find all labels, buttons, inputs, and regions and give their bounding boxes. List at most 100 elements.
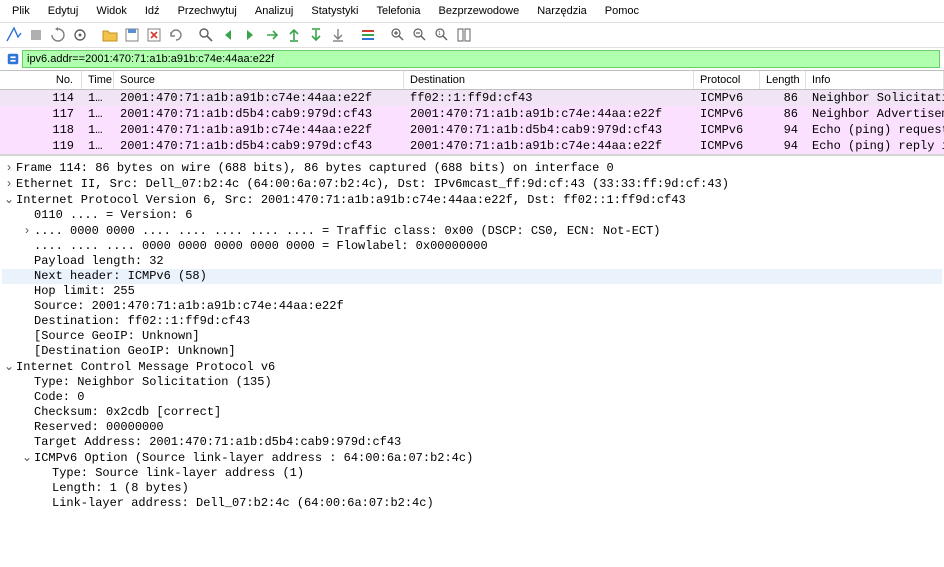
- tree-ipv6-flowlabel[interactable]: .... .... .... 0000 0000 0000 0000 0000 …: [2, 239, 942, 254]
- cell-no: 117: [0, 106, 82, 122]
- cell-info: Echo (ping) request id=: [806, 122, 944, 138]
- menu-widok[interactable]: Widok: [88, 3, 135, 19]
- main-toolbar: 1: [0, 22, 944, 47]
- tree-icmpv6[interactable]: ⌄Internet Control Message Protocol v6: [2, 359, 942, 375]
- cell-info: Echo (ping) reply id=0x: [806, 138, 944, 154]
- cell-time: 1…: [82, 138, 114, 154]
- cell-source: 2001:470:71:a1b:d5b4:cab9:979d:cf43: [114, 138, 404, 154]
- col-info[interactable]: Info: [806, 71, 944, 89]
- cell-destination: 2001:470:71:a1b:a91b:c74e:44aa:e22f: [404, 138, 694, 154]
- menu-bar: Plik Edytuj Widok Idź Przechwytuj Analiz…: [0, 0, 944, 22]
- restart-capture-icon[interactable]: [48, 25, 68, 45]
- tree-frame[interactable]: ›Frame 114: 86 bytes on wire (688 bits),…: [2, 160, 942, 176]
- cell-protocol: ICMPv6: [694, 90, 760, 106]
- zoom-in-icon[interactable]: [388, 25, 408, 45]
- col-no[interactable]: No.: [0, 71, 82, 89]
- col-protocol[interactable]: Protocol: [694, 71, 760, 89]
- close-file-icon[interactable]: [144, 25, 164, 45]
- col-destination[interactable]: Destination: [404, 71, 694, 89]
- collapse-icon[interactable]: ⌄: [2, 359, 16, 374]
- cell-source: 2001:470:71:a1b:a91b:c74e:44aa:e22f: [114, 122, 404, 138]
- cell-time: 1…: [82, 90, 114, 106]
- tree-ipv6-dstgeo[interactable]: [Destination GeoIP: Unknown]: [2, 344, 942, 359]
- tree-ipv6-destination[interactable]: Destination: ff02::1:ff9d:cf43: [2, 314, 942, 329]
- packet-row[interactable]: 1181…2001:470:71:a1b:a91b:c74e:44aa:e22f…: [0, 122, 944, 138]
- go-forward-icon[interactable]: [240, 25, 260, 45]
- capture-options-icon[interactable]: [70, 25, 90, 45]
- cell-info: Neighbor Advertisement: [806, 106, 944, 122]
- zoom-out-icon[interactable]: [410, 25, 430, 45]
- bookmark-filter-icon[interactable]: [4, 50, 22, 68]
- tree-ipv6-source[interactable]: Source: 2001:470:71:a1b:a91b:c74e:44aa:e…: [2, 299, 942, 314]
- open-file-icon[interactable]: [100, 25, 120, 45]
- tree-ipv6-payloadlen[interactable]: Payload length: 32: [2, 254, 942, 269]
- cell-length: 94: [760, 122, 806, 138]
- cell-destination: 2001:470:71:a1b:d5b4:cab9:979d:cf43: [404, 122, 694, 138]
- cell-length: 86: [760, 106, 806, 122]
- tree-icmp-opt-lla[interactable]: Link-layer address: Dell_07:b2:4c (64:00…: [2, 496, 942, 511]
- tree-ipv6-version[interactable]: 0110 .... = Version: 6: [2, 208, 942, 223]
- tree-icmp-target[interactable]: Target Address: 2001:470:71:a1b:d5b4:cab…: [2, 435, 942, 450]
- menu-bezprzewodowe[interactable]: Bezprzewodowe: [431, 3, 528, 19]
- stop-capture-icon[interactable]: [26, 25, 46, 45]
- save-file-icon[interactable]: [122, 25, 142, 45]
- cell-length: 94: [760, 138, 806, 154]
- tree-icmp-type[interactable]: Type: Neighbor Solicitation (135): [2, 375, 942, 390]
- go-last-icon[interactable]: [306, 25, 326, 45]
- menu-edytuj[interactable]: Edytuj: [40, 3, 87, 19]
- packet-list: No. Time Source Destination Protocol Len…: [0, 70, 944, 154]
- cell-no: 118: [0, 122, 82, 138]
- tree-ipv6[interactable]: ⌄Internet Protocol Version 6, Src: 2001:…: [2, 192, 942, 208]
- go-back-icon[interactable]: [218, 25, 238, 45]
- cell-no: 119: [0, 138, 82, 154]
- collapse-icon[interactable]: ⌄: [20, 450, 34, 465]
- expand-icon[interactable]: ›: [2, 160, 16, 175]
- menu-przechwytuj[interactable]: Przechwytuj: [170, 3, 245, 19]
- tree-ipv6-tclass[interactable]: ›.... 0000 0000 .... .... .... .... ....…: [2, 223, 942, 239]
- cell-no: 114: [0, 90, 82, 106]
- display-filter-bar: [0, 47, 944, 70]
- packet-row[interactable]: 1191…2001:470:71:a1b:d5b4:cab9:979d:cf43…: [0, 138, 944, 154]
- tree-ethernet[interactable]: ›Ethernet II, Src: Dell_07:b2:4c (64:00:…: [2, 176, 942, 192]
- menu-narzedzia[interactable]: Narzędzia: [529, 3, 595, 19]
- packet-row[interactable]: 1141…2001:470:71:a1b:a91b:c74e:44aa:e22f…: [0, 90, 944, 106]
- packet-details-tree: ›Frame 114: 86 bytes on wire (688 bits),…: [0, 154, 944, 519]
- menu-statystyki[interactable]: Statystyki: [303, 3, 366, 19]
- cell-source: 2001:470:71:a1b:d5b4:cab9:979d:cf43: [114, 106, 404, 122]
- cell-protocol: ICMPv6: [694, 122, 760, 138]
- tree-ipv6-nextheader[interactable]: Next header: ICMPv6 (58): [2, 269, 942, 284]
- go-first-icon[interactable]: [284, 25, 304, 45]
- tree-icmp-opt-len[interactable]: Length: 1 (8 bytes): [2, 481, 942, 496]
- menu-idz[interactable]: Idź: [137, 3, 168, 19]
- menu-telefonia[interactable]: Telefonia: [368, 3, 428, 19]
- cell-length: 86: [760, 90, 806, 106]
- menu-pomoc[interactable]: Pomoc: [597, 3, 647, 19]
- resize-columns-icon[interactable]: [454, 25, 474, 45]
- tree-ipv6-srcgeo[interactable]: [Source GeoIP: Unknown]: [2, 329, 942, 344]
- tree-icmp-code[interactable]: Code: 0: [2, 390, 942, 405]
- expand-icon[interactable]: ›: [2, 176, 16, 191]
- menu-plik[interactable]: Plik: [4, 3, 38, 19]
- zoom-reset-icon[interactable]: 1: [432, 25, 452, 45]
- expand-icon[interactable]: ›: [20, 223, 34, 238]
- find-packet-icon[interactable]: [196, 25, 216, 45]
- menu-analizuj[interactable]: Analizuj: [247, 3, 302, 19]
- tree-icmp-reserved[interactable]: Reserved: 00000000: [2, 420, 942, 435]
- auto-scroll-icon[interactable]: [328, 25, 348, 45]
- display-filter-input[interactable]: [22, 50, 940, 68]
- tree-icmp-checksum[interactable]: Checksum: 0x2cdb [correct]: [2, 405, 942, 420]
- tree-icmp-option[interactable]: ⌄ICMPv6 Option (Source link-layer addres…: [2, 450, 942, 466]
- collapse-icon[interactable]: ⌄: [2, 192, 16, 207]
- tree-icmp-opt-type[interactable]: Type: Source link-layer address (1): [2, 466, 942, 481]
- go-to-packet-icon[interactable]: [262, 25, 282, 45]
- col-source[interactable]: Source: [114, 71, 404, 89]
- col-time[interactable]: Time: [82, 71, 114, 89]
- reload-file-icon[interactable]: [166, 25, 186, 45]
- start-capture-icon[interactable]: [4, 25, 24, 45]
- cell-info: Neighbor Solicitation f: [806, 90, 944, 106]
- colorize-icon[interactable]: [358, 25, 378, 45]
- col-length[interactable]: Length: [760, 71, 806, 89]
- packet-row[interactable]: 1171…2001:470:71:a1b:d5b4:cab9:979d:cf43…: [0, 106, 944, 122]
- cell-time: 1…: [82, 122, 114, 138]
- tree-ipv6-hoplimit[interactable]: Hop limit: 255: [2, 284, 942, 299]
